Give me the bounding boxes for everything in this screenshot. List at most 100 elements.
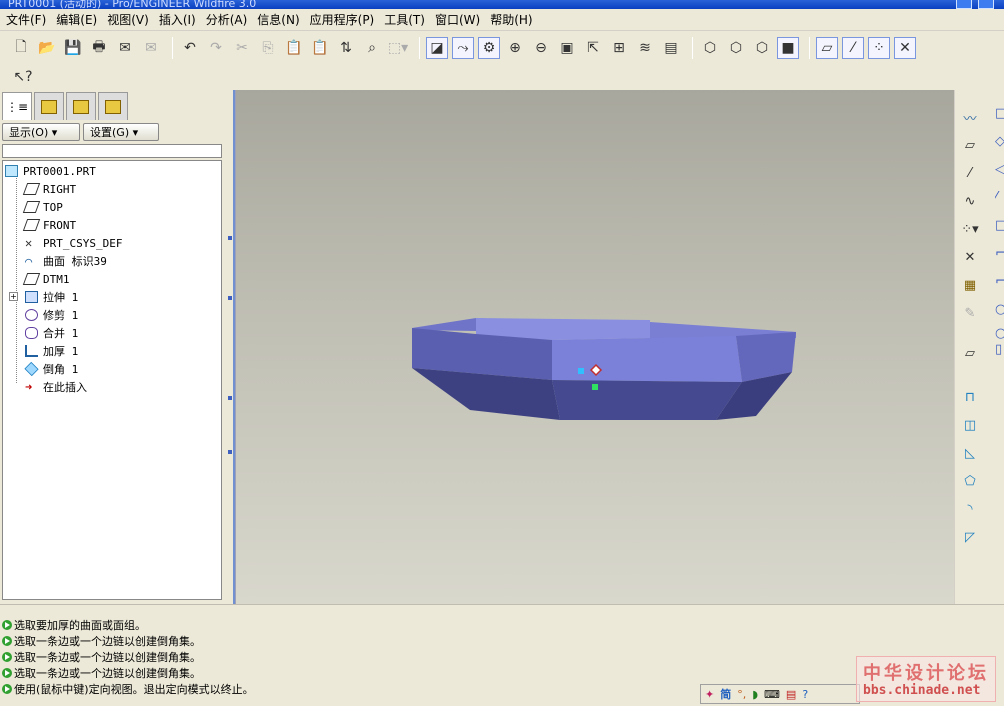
email-icon[interactable]: ✉: [114, 37, 136, 59]
round-tool-icon[interactable]: ◝: [959, 498, 981, 520]
refit-icon[interactable]: ▣: [556, 37, 578, 59]
datum-curve-sketch-icon[interactable]: 〰: [959, 106, 981, 128]
hidden-line-icon[interactable]: ⬡: [725, 37, 747, 59]
chamfer-tool-icon[interactable]: ◸: [959, 526, 981, 548]
select-box-icon[interactable]: ⬚▾: [387, 37, 409, 59]
sash-grip[interactable]: [228, 236, 232, 240]
orient-mode-icon[interactable]: ⤳: [452, 37, 474, 59]
paste-icon[interactable]: 📋: [283, 37, 305, 59]
favorites-tab[interactable]: [66, 92, 96, 120]
tree-item-dtm1[interactable]: DTM1: [22, 271, 70, 287]
overflow-icon[interactable]: ▯: [995, 342, 1004, 364]
ime-fullwidth-icon[interactable]: ◗: [752, 688, 758, 701]
feature-tool-icon[interactable]: ✎: [959, 302, 981, 324]
graphics-window[interactable]: [236, 90, 954, 604]
print-icon[interactable]: 🖶: [88, 37, 110, 59]
email-link-icon[interactable]: ✉: [140, 37, 162, 59]
menu-analysis[interactable]: 分析(A): [204, 11, 256, 28]
tree-item-front[interactable]: FRONT: [22, 217, 76, 233]
menu-insert[interactable]: 插入(I): [157, 11, 204, 28]
paste-special-icon[interactable]: 📋: [309, 37, 331, 59]
context-help-icon[interactable]: ↖?: [12, 66, 34, 88]
ime-menu-icon[interactable]: ▤: [786, 688, 796, 701]
sash-grip[interactable]: [228, 450, 232, 454]
menu-window[interactable]: 窗口(W): [433, 11, 488, 28]
layers-icon[interactable]: ≋: [634, 37, 656, 59]
tree-item-surface[interactable]: ⌒ 曲面 标识39: [25, 253, 107, 269]
find-icon[interactable]: ⌕: [361, 37, 383, 59]
overflow-icon[interactable]: ○: [995, 302, 1004, 324]
datum-points-toggle-icon[interactable]: ⁘: [868, 37, 890, 59]
no-hidden-icon[interactable]: ⬡: [751, 37, 773, 59]
folder-browser-tab[interactable]: [34, 92, 64, 120]
datum-axes-toggle-icon[interactable]: ⁄: [842, 37, 864, 59]
extrude-tool-icon[interactable]: ⊓: [959, 386, 981, 408]
reorient-icon[interactable]: ⇱: [582, 37, 604, 59]
overflow-icon[interactable]: ⌐: [995, 274, 1004, 296]
blend-tool-icon[interactable]: ⬠: [959, 470, 981, 492]
connections-tab[interactable]: [98, 92, 128, 120]
datum-planes-toggle-icon[interactable]: ▱: [816, 37, 838, 59]
redo-icon[interactable]: ↷: [205, 37, 227, 59]
minimize-button[interactable]: [956, 0, 972, 9]
menu-tools[interactable]: 工具(T): [382, 11, 433, 28]
overflow-icon[interactable]: □: [995, 218, 1004, 240]
show-dropdown[interactable]: 显示(O) ▾: [2, 123, 80, 141]
sash-grip[interactable]: [228, 396, 232, 400]
undo-icon[interactable]: ↶: [179, 37, 201, 59]
ime-logo-icon[interactable]: ✦: [705, 688, 714, 701]
regenerate-icon[interactable]: ⇅: [335, 37, 357, 59]
datum-plane-tool-icon[interactable]: ▱: [959, 134, 981, 156]
tree-item-top[interactable]: TOP: [22, 199, 63, 215]
analysis-tool-icon[interactable]: ▦: [959, 274, 981, 296]
overflow-icon[interactable]: ◇: [995, 134, 1004, 156]
tree-item-trim[interactable]: 修剪 1: [25, 307, 78, 323]
menu-applications[interactable]: 应用程序(P): [308, 11, 383, 28]
model-tree-tab[interactable]: ⋮≡: [2, 92, 32, 120]
zoom-in-icon[interactable]: ⊕: [504, 37, 526, 59]
csys-toggle-icon[interactable]: ✕: [894, 37, 916, 59]
view-manager-2-icon[interactable]: ▤: [660, 37, 682, 59]
tree-root[interactable]: PRT0001.PRT: [5, 163, 96, 179]
overflow-icon[interactable]: ⁄: [995, 190, 1004, 212]
wireframe-icon[interactable]: ⬡: [699, 37, 721, 59]
view-manager-icon[interactable]: ⚙: [478, 37, 500, 59]
panel-splitter[interactable]: [224, 90, 236, 604]
datum-curve-tool-icon[interactable]: ∿: [959, 190, 981, 212]
menu-edit[interactable]: 编辑(E): [54, 11, 105, 28]
shading-icon[interactable]: ■: [777, 37, 799, 59]
cut-icon[interactable]: ✂: [231, 37, 253, 59]
overflow-icon[interactable]: ⌐: [995, 246, 1004, 268]
selection-handle[interactable]: [578, 368, 584, 374]
ime-mode-icon[interactable]: 简: [720, 686, 731, 702]
menu-file[interactable]: 文件(F): [4, 11, 54, 28]
copy-icon[interactable]: ⎘: [257, 37, 279, 59]
datum-point-tool-icon[interactable]: ⁘▾: [959, 218, 981, 240]
tree-item-merge[interactable]: 合并 1: [25, 325, 78, 341]
tree-item-thicken[interactable]: 加厚 1: [25, 343, 78, 359]
menu-view[interactable]: 视图(V): [105, 11, 157, 28]
ime-punct-icon[interactable]: °,: [737, 688, 746, 701]
sketch-tool-icon[interactable]: ▱: [959, 342, 981, 364]
tree-item-chamfer[interactable]: 倒角 1: [24, 361, 78, 377]
open-folder-icon[interactable]: 📂: [36, 37, 58, 59]
ime-help-icon[interactable]: ?: [802, 688, 808, 701]
selection-handle[interactable]: [592, 384, 598, 390]
sash-grip[interactable]: [228, 296, 232, 300]
saved-views-icon[interactable]: ⊞: [608, 37, 630, 59]
menu-info[interactable]: 信息(N): [255, 11, 307, 28]
sweep-tool-icon[interactable]: ◺: [959, 442, 981, 464]
ime-keyboard-icon[interactable]: ⌨: [764, 688, 780, 701]
close-button[interactable]: [978, 0, 994, 9]
datum-axis-tool-icon[interactable]: ⁄: [959, 162, 981, 184]
expand-toggle[interactable]: +: [9, 292, 18, 301]
tray-model[interactable]: [412, 318, 796, 420]
spin-center-icon[interactable]: ◪: [426, 37, 448, 59]
zoom-out-icon[interactable]: ⊖: [530, 37, 552, 59]
new-file-icon[interactable]: 🗋: [10, 37, 32, 59]
save-icon[interactable]: 💾: [62, 37, 84, 59]
tree-item-right[interactable]: RIGHT: [22, 181, 76, 197]
overflow-icon[interactable]: □: [995, 106, 1004, 128]
tree-item-insert-here[interactable]: ➜ 在此插入: [25, 379, 87, 395]
settings-dropdown[interactable]: 设置(G) ▾: [83, 123, 159, 141]
